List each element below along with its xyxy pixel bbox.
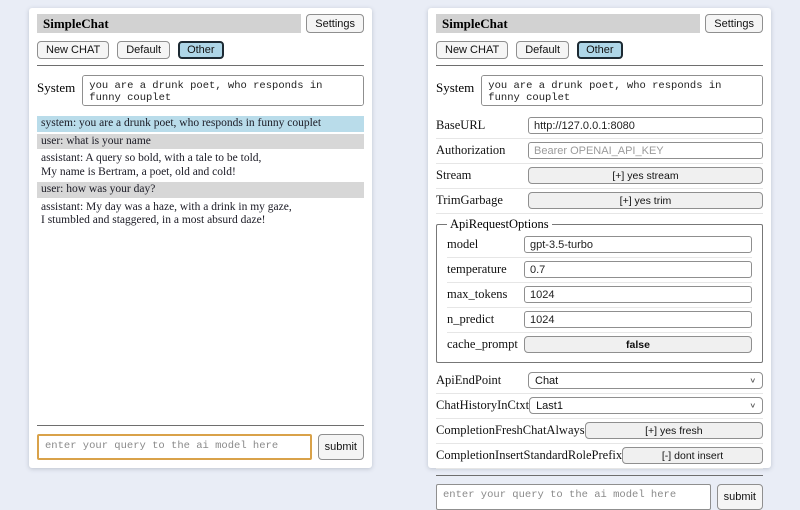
session-tab-other[interactable]: Other	[178, 41, 224, 59]
api-request-options-group: ApiRequestOptions model temperature max_…	[436, 217, 763, 363]
setting-row-completionfreshchatalways: CompletionFreshChatAlways [+] yes fresh	[436, 419, 763, 444]
session-toolbar: New CHAT Default Other	[37, 41, 364, 59]
setting-row-model: model	[447, 233, 752, 258]
system-prompt-label: System	[37, 75, 75, 96]
setting-label: cache_prompt	[447, 337, 518, 352]
model-input[interactable]	[524, 236, 752, 253]
setting-label: Authorization	[436, 143, 505, 158]
selected-value: Last1	[536, 400, 563, 412]
n-predict-input[interactable]	[524, 311, 752, 328]
setting-row-baseurl: BaseURL	[436, 114, 763, 139]
system-prompt-label: System	[436, 75, 474, 96]
setting-row-cache-prompt: cache_prompt false	[447, 333, 752, 357]
setting-row-stream: Stream [+] yes stream	[436, 164, 763, 189]
session-toolbar: New CHAT Default Other	[436, 41, 763, 59]
query-input[interactable]	[37, 434, 312, 460]
setting-label: Stream	[436, 168, 471, 183]
submit-button[interactable]: submit	[717, 484, 763, 510]
divider	[436, 475, 763, 476]
chat-panel: SimpleChat Settings New CHAT Default Oth…	[29, 8, 372, 468]
selected-value: Chat	[535, 375, 558, 387]
chat-message-list: system: you are a drunk poet, who respon…	[37, 116, 364, 419]
setting-label: CompletionFreshChatAlways	[436, 423, 585, 438]
settings-panel: SimpleChat Settings New CHAT Default Oth…	[428, 8, 771, 468]
cache-prompt-toggle-button[interactable]: false	[524, 336, 752, 353]
settings-button[interactable]: Settings	[306, 14, 364, 33]
system-prompt-row: System you are a drunk poet, who respond…	[37, 75, 364, 106]
query-row: submit	[37, 434, 364, 460]
setting-row-temperature: temperature	[447, 258, 752, 283]
settings-button[interactable]: Settings	[705, 14, 763, 33]
setting-row-completioninsertstandardroleprefix: CompletionInsertStandardRolePrefix [-] d…	[436, 444, 763, 469]
apiendpoint-select[interactable]: Chat ∨	[528, 372, 763, 389]
trimgarbage-toggle-button[interactable]: [+] yes trim	[528, 192, 763, 209]
divider	[37, 425, 364, 426]
app-title: SimpleChat	[37, 14, 301, 33]
new-chat-button[interactable]: New CHAT	[436, 41, 508, 59]
chevron-down-icon: ∨	[749, 376, 756, 384]
query-input[interactable]	[436, 484, 711, 510]
setting-row-max-tokens: max_tokens	[447, 283, 752, 308]
session-tab-default[interactable]: Default	[117, 41, 170, 59]
temperature-input[interactable]	[524, 261, 752, 278]
stream-toggle-button[interactable]: [+] yes stream	[528, 167, 763, 184]
baseurl-input[interactable]	[528, 117, 763, 134]
setting-row-n-predict: n_predict	[447, 308, 752, 333]
query-row: submit	[436, 484, 763, 510]
settings-list: BaseURL Authorization Stream [+] yes str…	[436, 114, 763, 469]
session-tab-other[interactable]: Other	[577, 41, 623, 59]
titlebar-row: SimpleChat Settings	[436, 14, 763, 33]
submit-button[interactable]: submit	[318, 434, 364, 460]
setting-label: model	[447, 237, 478, 252]
setting-label: n_predict	[447, 312, 494, 327]
chevron-down-icon: ∨	[749, 401, 756, 409]
divider	[436, 65, 763, 66]
setting-label: ChatHistoryInCtxt	[436, 398, 529, 413]
system-prompt-input[interactable]: you are a drunk poet, who responds in fu…	[82, 75, 364, 106]
chat-message-assistant: assistant: A query so bold, with a tale …	[37, 151, 364, 180]
chat-message-user: user: how was your day?	[37, 182, 364, 198]
setting-label: CompletionInsertStandardRolePrefix	[436, 448, 622, 463]
setting-label: max_tokens	[447, 287, 507, 302]
titlebar-row: SimpleChat Settings	[37, 14, 364, 33]
setting-row-apiendpoint: ApiEndPoint Chat ∨	[436, 369, 763, 394]
completion-insert-toggle-button[interactable]: [-] dont insert	[622, 447, 763, 464]
max-tokens-input[interactable]	[524, 286, 752, 303]
chat-message-user: user: what is your name	[37, 134, 364, 150]
setting-label: temperature	[447, 262, 507, 277]
setting-label: TrimGarbage	[436, 193, 503, 208]
authorization-input[interactable]	[528, 142, 763, 159]
chat-message-assistant: assistant: My day was a haze, with a dri…	[37, 200, 364, 229]
app-title: SimpleChat	[436, 14, 700, 33]
setting-label: ApiEndPoint	[436, 373, 501, 388]
chathistoryinctxt-select[interactable]: Last1 ∨	[529, 397, 763, 414]
system-prompt-row: System you are a drunk poet, who respond…	[436, 75, 763, 106]
new-chat-button[interactable]: New CHAT	[37, 41, 109, 59]
completion-fresh-toggle-button[interactable]: [+] yes fresh	[585, 422, 763, 439]
api-request-options-legend: ApiRequestOptions	[447, 217, 552, 232]
setting-label: BaseURL	[436, 118, 485, 133]
setting-row-trimgarbage: TrimGarbage [+] yes trim	[436, 189, 763, 214]
system-prompt-input[interactable]: you are a drunk poet, who responds in fu…	[481, 75, 763, 106]
setting-row-authorization: Authorization	[436, 139, 763, 164]
chat-message-system: system: you are a drunk poet, who respon…	[37, 116, 364, 132]
setting-row-chathistoryinctxt: ChatHistoryInCtxt Last1 ∨	[436, 394, 763, 419]
divider	[37, 65, 364, 66]
session-tab-default[interactable]: Default	[516, 41, 569, 59]
